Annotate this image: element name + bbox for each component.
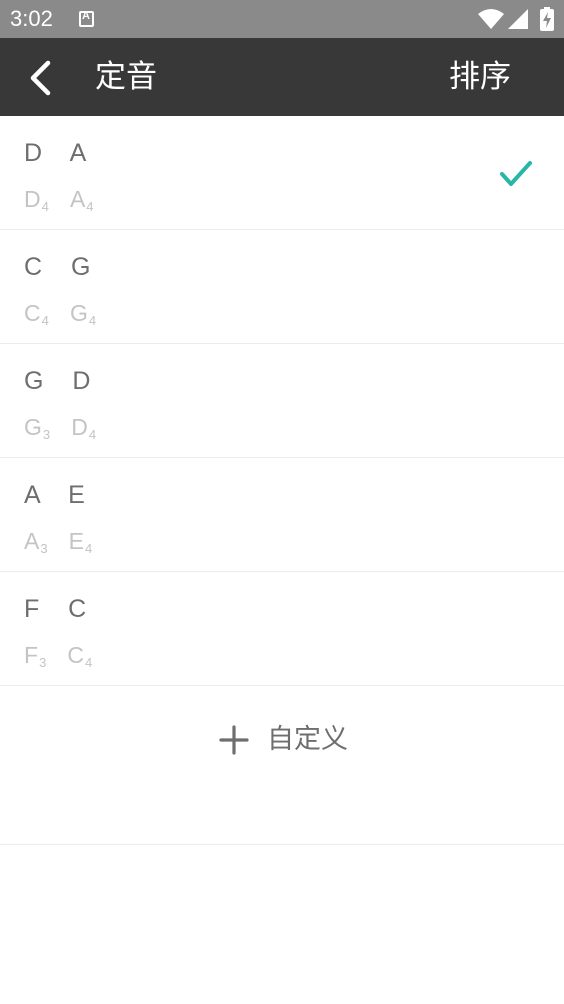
tuning-notes: G3 D4 <box>24 412 112 442</box>
tuning-item[interactable]: A E A3 E4 <box>0 458 564 572</box>
status-bar: 3:02 <box>0 0 564 38</box>
tuning-notes: A3 E4 <box>24 526 108 556</box>
tuning-name: D A <box>24 139 88 167</box>
note: D4 <box>24 186 49 214</box>
app-bar: 定音 排序 <box>0 38 564 116</box>
tuning-name: G D <box>24 367 92 395</box>
notification-a-icon <box>79 10 94 27</box>
tuning-list: D A D4 A4 C G C4 G4 G D G3 D4 A E A3 E4 … <box>0 116 564 686</box>
note: G3 <box>24 414 51 442</box>
note: F3 <box>24 642 47 670</box>
chevron-left-icon <box>30 60 51 96</box>
add-custom-button[interactable]: 自定义 <box>0 685 564 845</box>
plus-icon <box>219 725 249 755</box>
tuning-notes: C4 G4 <box>24 298 112 328</box>
add-custom-label: 自定义 <box>267 724 348 755</box>
battery-charging-icon <box>540 7 554 31</box>
note: G4 <box>69 300 97 328</box>
status-time: 3:02 <box>10 6 53 31</box>
tuning-item[interactable]: C G C4 G4 <box>0 230 564 344</box>
signal-icon <box>508 9 528 29</box>
tuning-item[interactable]: D A D4 A4 <box>0 116 564 230</box>
note: A4 <box>69 186 94 214</box>
tuning-item[interactable]: F C F3 C4 <box>0 572 564 686</box>
tuning-item[interactable]: G D G3 D4 <box>0 344 564 458</box>
page-title: 定音 <box>95 59 157 95</box>
sort-button[interactable]: 排序 <box>449 58 511 96</box>
back-button[interactable] <box>20 52 70 102</box>
tuning-name: F C <box>24 595 88 623</box>
note: C4 <box>24 300 49 328</box>
status-icons <box>474 0 564 38</box>
tuning-name: C G <box>24 253 92 281</box>
note: A3 <box>24 528 48 556</box>
check-icon <box>500 161 532 186</box>
note: D4 <box>71 414 97 442</box>
tuning-notes: F3 C4 <box>24 640 108 670</box>
note: E4 <box>68 528 93 556</box>
note: C4 <box>67 642 93 670</box>
tuning-notes: D4 A4 <box>24 184 110 214</box>
tuning-name: A E <box>24 481 86 509</box>
wifi-icon <box>478 9 504 29</box>
